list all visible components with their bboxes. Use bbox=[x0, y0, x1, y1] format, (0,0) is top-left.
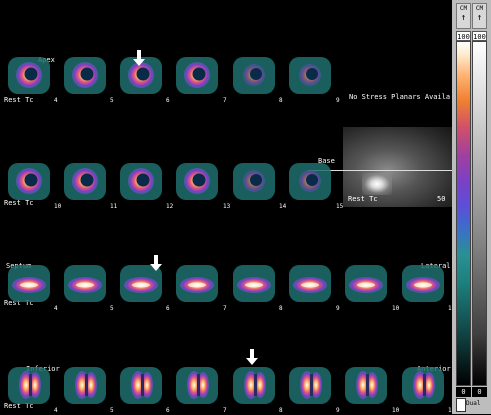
slice-image[interactable] bbox=[118, 364, 164, 406]
cm-label: CM bbox=[475, 5, 484, 12]
slice-number: 6 bbox=[166, 97, 170, 104]
color-scale-min: 0 bbox=[456, 387, 471, 397]
slice-image[interactable] bbox=[343, 262, 389, 304]
slice-image[interactable] bbox=[287, 54, 333, 96]
down-arrow-icon bbox=[150, 255, 162, 271]
slice-image[interactable] bbox=[62, 54, 108, 96]
rest-label-row1: Rest Tc bbox=[4, 96, 34, 104]
slice-image[interactable] bbox=[174, 160, 220, 202]
dual-label: Dual bbox=[466, 400, 481, 407]
slice-image[interactable] bbox=[231, 364, 277, 406]
slice-number: 9 bbox=[336, 305, 340, 312]
slice-number: 6 bbox=[166, 305, 170, 312]
slice-image[interactable] bbox=[118, 160, 164, 202]
slice-number: 5 bbox=[110, 97, 114, 104]
slice-number: 8 bbox=[279, 305, 283, 312]
slice-image[interactable] bbox=[231, 54, 277, 96]
slice-image[interactable] bbox=[6, 160, 52, 202]
slice-image[interactable] bbox=[287, 262, 333, 304]
gray-scale-max: 100 bbox=[472, 31, 487, 41]
slice-number: 13 bbox=[223, 203, 231, 210]
cm-label: CM bbox=[459, 5, 468, 12]
color-scale-max: 100 bbox=[456, 31, 471, 41]
gray-scale-min: 0 bbox=[472, 387, 487, 397]
slice-image[interactable] bbox=[231, 262, 277, 304]
slice-image[interactable] bbox=[174, 54, 220, 96]
slice-number: 4 bbox=[54, 97, 58, 104]
slice-image[interactable] bbox=[174, 364, 220, 406]
slice-image[interactable] bbox=[62, 364, 108, 406]
slice-number: 12 bbox=[166, 203, 174, 210]
planar-rest-label: Rest Tc bbox=[348, 195, 378, 203]
slice-number: 11 bbox=[110, 203, 118, 210]
slice-number: 10 bbox=[392, 305, 400, 312]
slice-number: 14 bbox=[279, 203, 287, 210]
slice-number: 15 bbox=[336, 203, 344, 210]
slice-image[interactable] bbox=[6, 54, 52, 96]
slice-image[interactable] bbox=[231, 160, 277, 202]
slice-number: 4 bbox=[54, 305, 58, 312]
slice-image[interactable] bbox=[287, 364, 333, 406]
slice-image[interactable] bbox=[400, 262, 446, 304]
slice-number: 7 bbox=[223, 97, 227, 104]
color-scale-bar[interactable] bbox=[456, 41, 471, 386]
cm-button-color[interactable]: CM ↑ bbox=[456, 3, 471, 29]
slice-image[interactable] bbox=[6, 364, 52, 406]
slice-image[interactable] bbox=[6, 262, 52, 304]
slice-image[interactable] bbox=[343, 364, 389, 406]
up-arrow-icon: ↑ bbox=[476, 13, 483, 23]
slice-number: 7 bbox=[223, 305, 227, 312]
slice-number: 5 bbox=[110, 305, 114, 312]
down-arrow-icon bbox=[246, 349, 258, 365]
dual-checkbox[interactable] bbox=[456, 398, 466, 412]
slice-image[interactable] bbox=[287, 160, 333, 202]
down-arrow-icon bbox=[133, 50, 145, 66]
slice-image[interactable] bbox=[62, 262, 108, 304]
slice-number: 8 bbox=[279, 97, 283, 104]
planar-value: 50 bbox=[437, 195, 446, 203]
gray-scale-bar[interactable] bbox=[472, 41, 487, 386]
slice-image[interactable] bbox=[400, 364, 446, 406]
slice-number: 10 bbox=[54, 203, 62, 210]
planar-title: No Stress Planars Availa bbox=[349, 93, 451, 101]
cm-button-gray[interactable]: CM ↑ bbox=[472, 3, 487, 29]
planar-hotspot bbox=[362, 173, 392, 195]
slice-image[interactable] bbox=[62, 160, 108, 202]
up-arrow-icon: ↑ bbox=[460, 13, 467, 23]
nuclear-cardiology-viewer: Apex Base Septum Lateral Inferior Anteri… bbox=[0, 0, 491, 414]
planar-divider-line bbox=[343, 170, 454, 171]
slice-image[interactable] bbox=[174, 262, 220, 304]
slice-number: 9 bbox=[336, 97, 340, 104]
